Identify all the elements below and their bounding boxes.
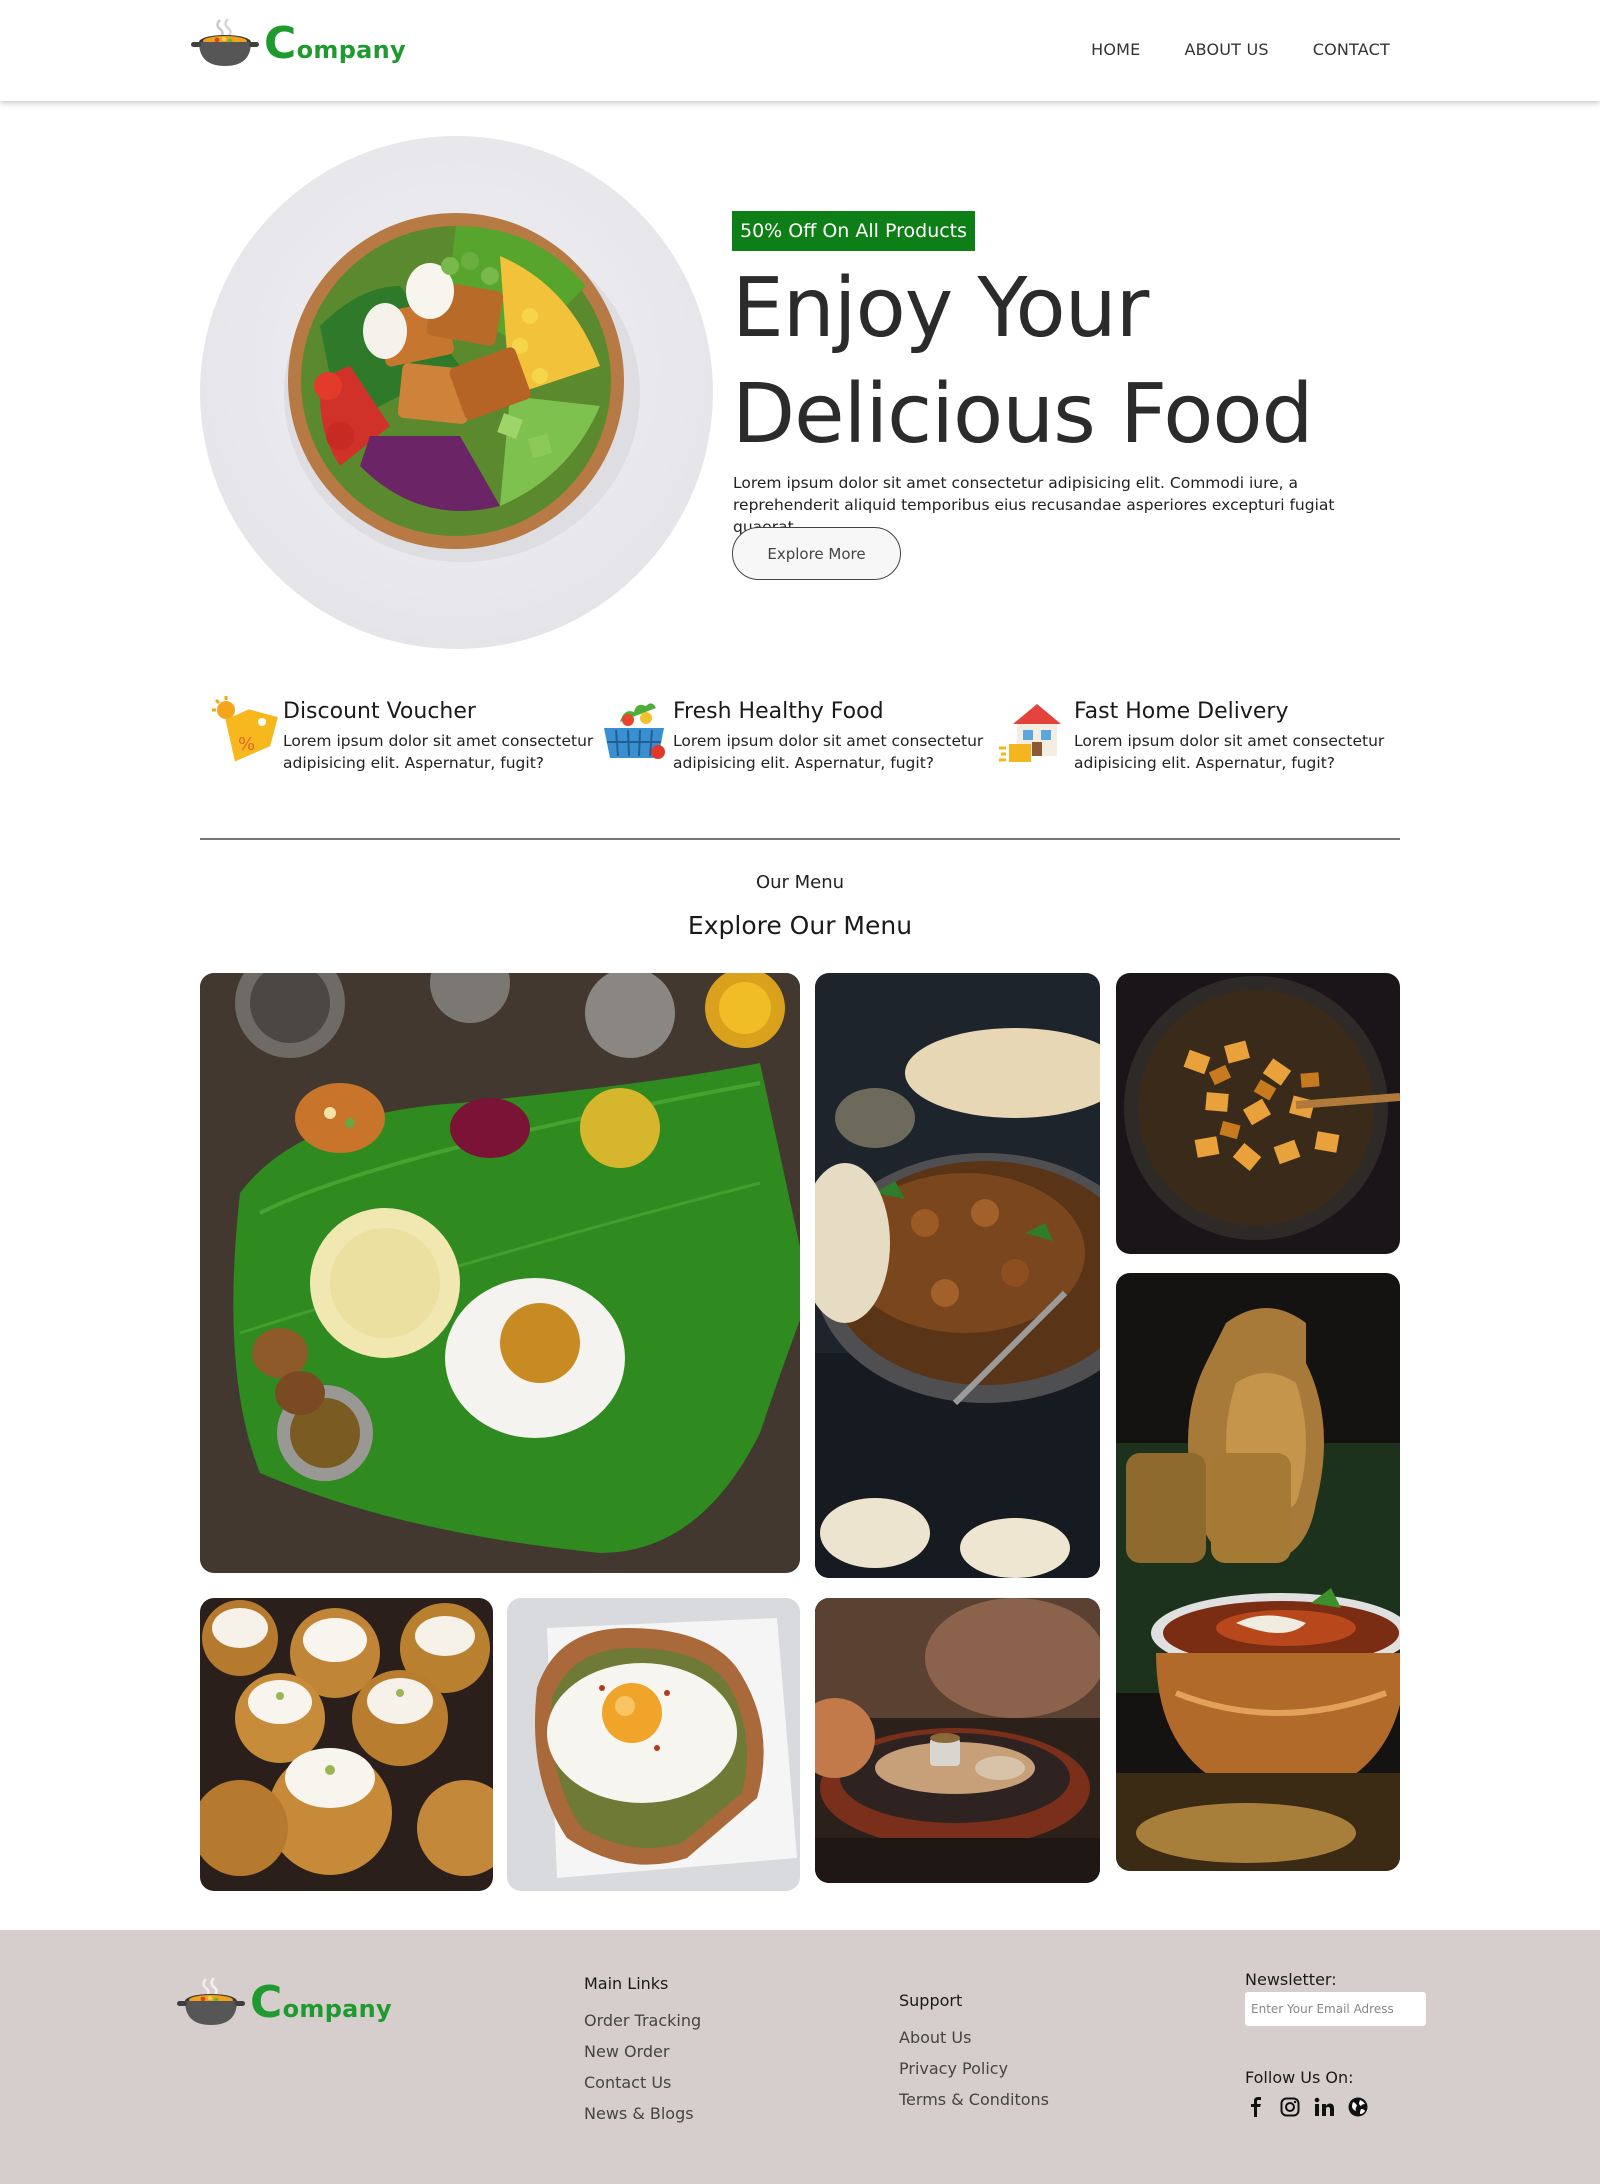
cooking-pot-icon <box>191 18 259 66</box>
social-links <box>1245 2096 1369 2118</box>
feature-title: Discount Voucher <box>283 699 476 724</box>
menu-kicker: Our Menu <box>755 872 845 893</box>
site-header: Company HOME ABOUT US CONTACT <box>0 0 1600 101</box>
footer-link-order-tracking[interactable]: Order Tracking <box>584 2011 701 2030</box>
logo-text: Company <box>250 1977 392 2028</box>
footer-main-links-title: Main Links <box>584 1974 669 1993</box>
menu-image-banana-leaf-meal[interactable] <box>200 973 800 1573</box>
menu-image-egg-toast[interactable] <box>507 1598 800 1891</box>
follow-us-label: Follow Us On: <box>1245 2068 1354 2087</box>
newsletter-label: Newsletter: <box>1245 1970 1337 1989</box>
footer-logo[interactable]: Company <box>176 1975 392 2031</box>
logo[interactable]: Company <box>190 16 406 72</box>
feature-text: Lorem ipsum dolor sit amet consectetur a… <box>1074 732 1385 772</box>
linkedin-icon[interactable] <box>1313 2096 1335 2118</box>
menu-image-cream-cupcakes[interactable] <box>200 1598 493 1891</box>
feature-title: Fresh Healthy Food <box>673 699 884 724</box>
feature-text: Lorem ipsum dolor sit amet consectetur a… <box>283 732 594 772</box>
discount-badge: 50% Off On All Products <box>732 211 976 251</box>
menu-image-chicken-curry-pan[interactable] <box>815 973 1100 1578</box>
menu-image-copper-curry-pot[interactable] <box>1116 1273 1400 1871</box>
logo-text: Company <box>264 18 406 69</box>
instagram-icon[interactable] <box>1279 2096 1301 2118</box>
cooking-pot-icon <box>177 1977 245 2025</box>
footer-link-contact-us[interactable]: Contact Us <box>584 2073 701 2092</box>
footer-link-privacy-policy[interactable]: Privacy Policy <box>899 2059 1049 2078</box>
main-nav: HOME ABOUT US CONTACT <box>1091 40 1390 59</box>
feature-fast-home-delivery: Fast Home Delivery Lorem ipsum dolor sit… <box>999 694 1399 774</box>
nav-about-us[interactable]: ABOUT US <box>1184 40 1268 59</box>
discount-tag-icon: % <box>212 696 278 762</box>
feature-fresh-healthy-food: Fresh Healthy Food Lorem ipsum dolor sit… <box>598 694 998 774</box>
footer-link-about-us[interactable]: About Us <box>899 2028 1049 2047</box>
menu-image-fried-potato-bowl[interactable] <box>1116 973 1400 1254</box>
newsletter-email-input[interactable] <box>1245 1992 1426 2026</box>
explore-more-button[interactable]: Explore More <box>732 527 901 580</box>
hero-title: Enjoy Your Delicious Food <box>732 261 1314 462</box>
feature-text: Lorem ipsum dolor sit amet consectetur a… <box>673 732 984 772</box>
footer-support: Support About Us Privacy Policy Terms & … <box>899 1991 1049 2121</box>
nav-contact[interactable]: CONTACT <box>1313 40 1390 59</box>
nav-home[interactable]: HOME <box>1091 40 1140 59</box>
facebook-icon[interactable] <box>1245 2096 1267 2118</box>
grocery-basket-icon <box>604 703 665 759</box>
globe-icon[interactable] <box>1347 2096 1369 2118</box>
svg-text:%: % <box>238 734 255 755</box>
menu-image-sizzler-plate[interactable] <box>815 1598 1100 1883</box>
section-divider <box>200 838 1400 840</box>
footer-link-terms[interactable]: Terms & Conditons <box>899 2090 1049 2109</box>
menu-title: Explore Our Menu <box>687 911 913 940</box>
feature-title: Fast Home Delivery <box>1074 699 1289 724</box>
footer-link-new-order[interactable]: New Order <box>584 2042 701 2061</box>
site-footer: Company Main Links Order Tracking New Or… <box>0 1930 1600 2184</box>
footer-link-news-blogs[interactable]: News & Blogs <box>584 2104 701 2123</box>
feature-discount-voucher: % Discount Voucher Lorem ipsum dolor sit… <box>208 694 608 774</box>
hero-food-image <box>200 136 713 649</box>
footer-main-links: Main Links Order Tracking New Order Cont… <box>584 1974 701 2135</box>
footer-support-title: Support <box>899 1991 963 2010</box>
home-delivery-icon <box>999 704 1061 762</box>
